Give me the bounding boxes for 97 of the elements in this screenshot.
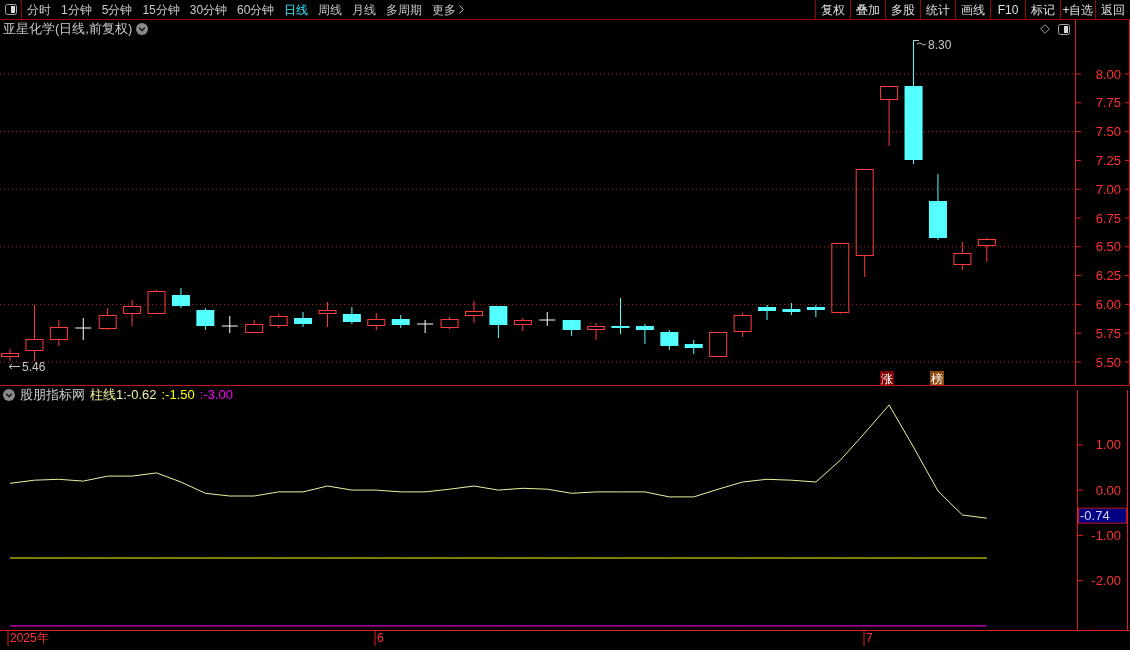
candle (269, 313, 288, 329)
candle (660, 329, 679, 351)
candle (25, 304, 44, 362)
candle (171, 287, 190, 309)
period-tab[interactable]: 日线 (284, 0, 309, 19)
series-name: 柱线1 (90, 386, 124, 405)
chevron-down-icon[interactable] (136, 23, 149, 35)
axis-label: 7.50 (1095, 124, 1121, 140)
period-tab[interactable]: 1分钟 (61, 0, 92, 19)
candle (758, 304, 776, 321)
date-label: 2025年 (10, 631, 49, 645)
candle (1, 348, 19, 362)
toolbar-button[interactable]: 叠加 (850, 0, 885, 19)
toolbar-button[interactable]: 统计 (920, 0, 955, 19)
candle (367, 312, 386, 331)
axis-label: 6.25 (1095, 268, 1121, 284)
candle (928, 173, 947, 241)
axis-label: 6.00 (1095, 296, 1121, 312)
candle (245, 319, 264, 333)
axis-label: 7.75 (1095, 95, 1121, 111)
candle (342, 306, 361, 325)
period-tab[interactable]: 多周期 (386, 0, 423, 19)
candle (953, 241, 972, 271)
diamond-icon[interactable] (1040, 24, 1050, 34)
panel-toggle-button[interactable] (1058, 23, 1070, 35)
candle (294, 311, 313, 328)
leader-arrow (8, 363, 21, 370)
candle (611, 297, 630, 335)
toolbar-button[interactable]: 多股 (885, 0, 920, 19)
candle (635, 323, 654, 345)
period-tab[interactable]: 5分钟 (101, 0, 133, 19)
candle (416, 319, 434, 334)
indicator-name: 股朋指标网 (20, 386, 85, 405)
candle (465, 300, 483, 324)
more-menu[interactable]: 更多 (432, 0, 465, 19)
candle (74, 317, 92, 341)
panel-toggle-icon (1058, 23, 1070, 35)
axis-label: 7.25 (1095, 152, 1121, 168)
toolbar-button[interactable]: +自选 (1060, 0, 1095, 19)
indicator-reading: :-3.00 (199, 386, 233, 405)
indicator-reading: :-0.62 (123, 386, 157, 405)
chart-title: 亚星化学(日线,前复权) (3, 20, 133, 39)
date-label: 6 (377, 631, 384, 645)
candle (880, 86, 899, 147)
candle (684, 339, 703, 355)
candle (221, 315, 239, 334)
candle (147, 289, 166, 314)
toolbar-button[interactable]: 复权 (815, 0, 850, 19)
current-value-label: -0.74 (1078, 507, 1127, 524)
axis-label: 8.00 (1095, 66, 1121, 82)
candle (538, 311, 556, 327)
candle (489, 305, 508, 339)
toolbar-button[interactable]: 返回 (1095, 0, 1130, 19)
axis-label: 0.00 (1095, 482, 1121, 498)
axis-label: 5.75 (1095, 325, 1121, 341)
indicator-reading: :-1.50 (161, 386, 195, 405)
period-tab[interactable]: 周线 (318, 0, 343, 19)
candle (513, 317, 532, 332)
chevron-right-icon (459, 5, 465, 14)
axis-label: -2.00 (1091, 573, 1121, 589)
low-price-label: 5.46 (22, 360, 46, 374)
period-tab[interactable]: 分时 (27, 0, 51, 19)
period-tab[interactable]: 30分钟 (189, 0, 228, 19)
chevron-down-icon[interactable] (3, 389, 15, 401)
candle (98, 307, 117, 331)
toolbar-button[interactable]: 标记 (1025, 0, 1060, 19)
high-price-label: 8.30 (928, 38, 952, 52)
candle (440, 316, 459, 330)
candle (196, 307, 215, 331)
candle (806, 304, 825, 318)
axis-label: -1.00 (1091, 527, 1121, 543)
period-tab[interactable]: 月线 (352, 0, 377, 19)
period-tab[interactable]: 15分钟 (142, 0, 180, 19)
candle (49, 319, 68, 347)
candle (587, 322, 606, 341)
toolbar-button[interactable]: 画线 (955, 0, 990, 19)
candle (831, 243, 850, 315)
axis-label: 1.00 (1095, 437, 1121, 453)
axis-label: 5.50 (1095, 354, 1121, 370)
period-tab[interactable]: 60分钟 (237, 0, 275, 19)
candle (391, 314, 410, 329)
toolbar-button[interactable]: F10 (990, 0, 1025, 19)
axis-label: 6.50 (1095, 239, 1121, 255)
event-tag[interactable]: 榜 (930, 371, 944, 385)
candle (562, 319, 581, 337)
panel-toggle-icon (4, 4, 17, 15)
axis-label: 7.00 (1095, 181, 1121, 197)
candle (782, 302, 801, 316)
candle (977, 237, 996, 263)
axis-label: 6.75 (1095, 210, 1121, 226)
candle (733, 312, 752, 338)
event-tag[interactable]: 涨 (880, 371, 894, 385)
leader-line (913, 40, 927, 46)
date-label: 7 (866, 631, 873, 645)
candle (123, 299, 142, 327)
candle (709, 332, 728, 357)
candle (318, 301, 337, 328)
